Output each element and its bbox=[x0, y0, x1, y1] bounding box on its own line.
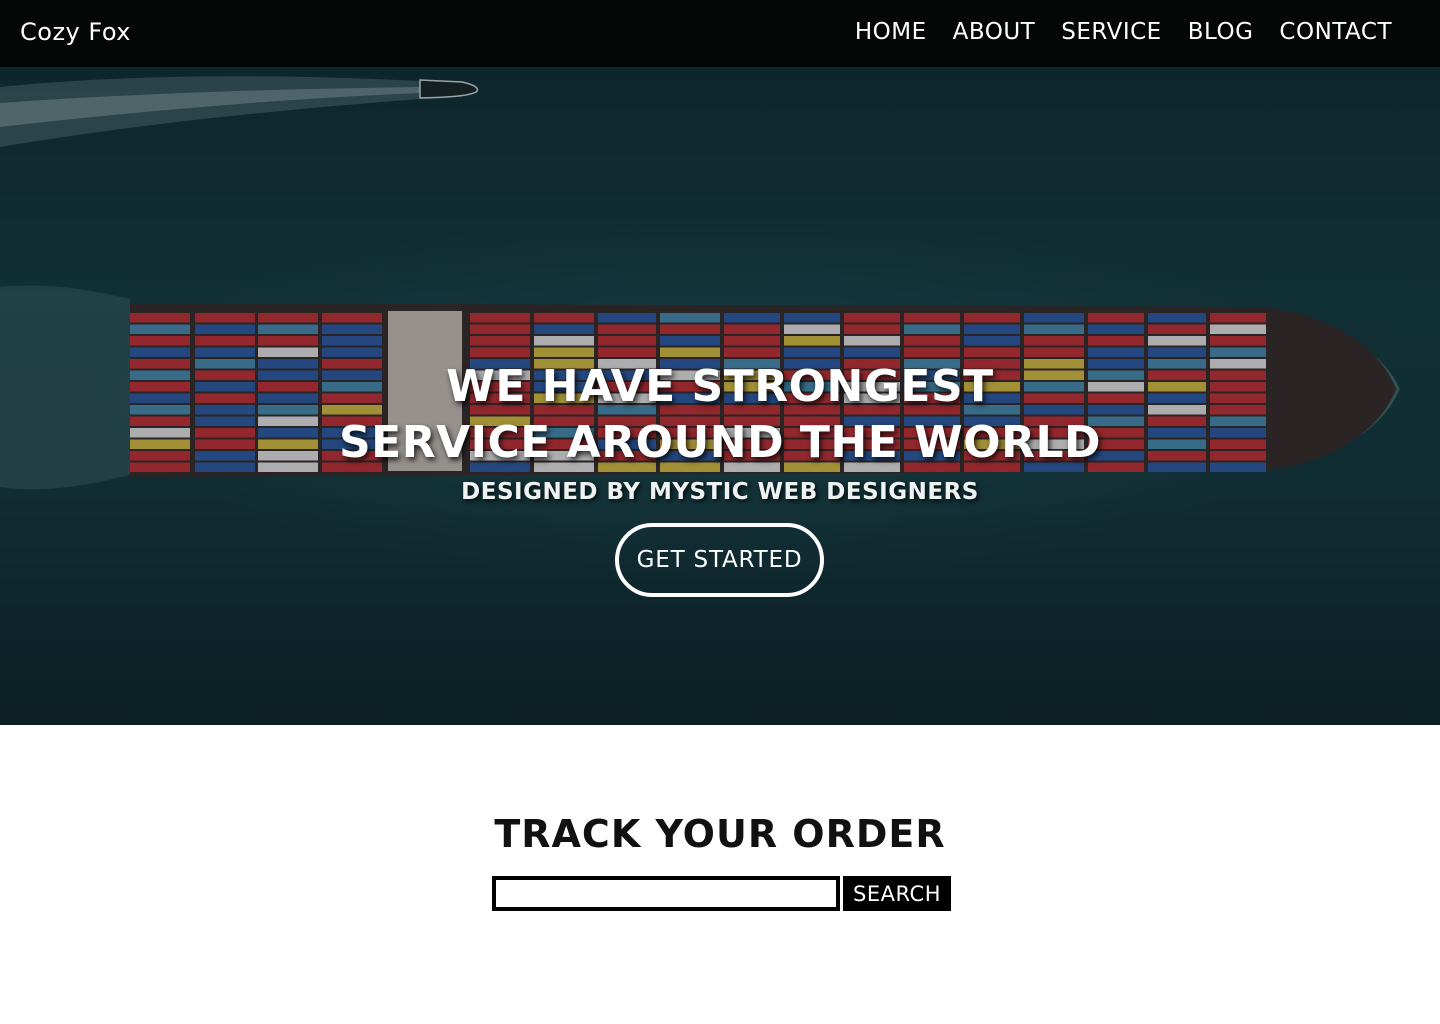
nav-link-contact[interactable]: CONTACT bbox=[1279, 19, 1392, 45]
hero-title-line-2: SERVICE AROUND THE WORLD bbox=[338, 417, 1102, 468]
track-order-title: TRACK YOUR ORDER bbox=[494, 812, 946, 856]
hero-title: WE HAVE STRONGEST SERVICE AROUND THE WOR… bbox=[0, 359, 1440, 471]
hero-section: WE HAVE STRONGEST SERVICE AROUND THE WOR… bbox=[0, 67, 1440, 725]
hero-title-line-1: WE HAVE STRONGEST bbox=[446, 361, 994, 412]
order-tracking-input[interactable] bbox=[492, 876, 840, 911]
search-button[interactable]: SEARCH bbox=[843, 876, 951, 911]
top-navbar: Cozy Fox HOME ABOUT SERVICE BLOG CONTACT bbox=[0, 0, 1440, 67]
nav-link-about[interactable]: ABOUT bbox=[953, 19, 1036, 45]
get-started-button[interactable]: GET STARTED bbox=[615, 523, 824, 597]
nav-link-home[interactable]: HOME bbox=[855, 19, 927, 45]
main-nav: HOME ABOUT SERVICE BLOG CONTACT bbox=[829, 19, 1392, 45]
brand-logo-link[interactable]: Cozy Fox bbox=[20, 18, 131, 46]
nav-link-service[interactable]: SERVICE bbox=[1061, 19, 1161, 45]
nav-link-blog[interactable]: BLOG bbox=[1188, 19, 1254, 45]
hero-subtitle: DESIGNED BY MYSTIC WEB DESIGNERS bbox=[461, 479, 979, 505]
